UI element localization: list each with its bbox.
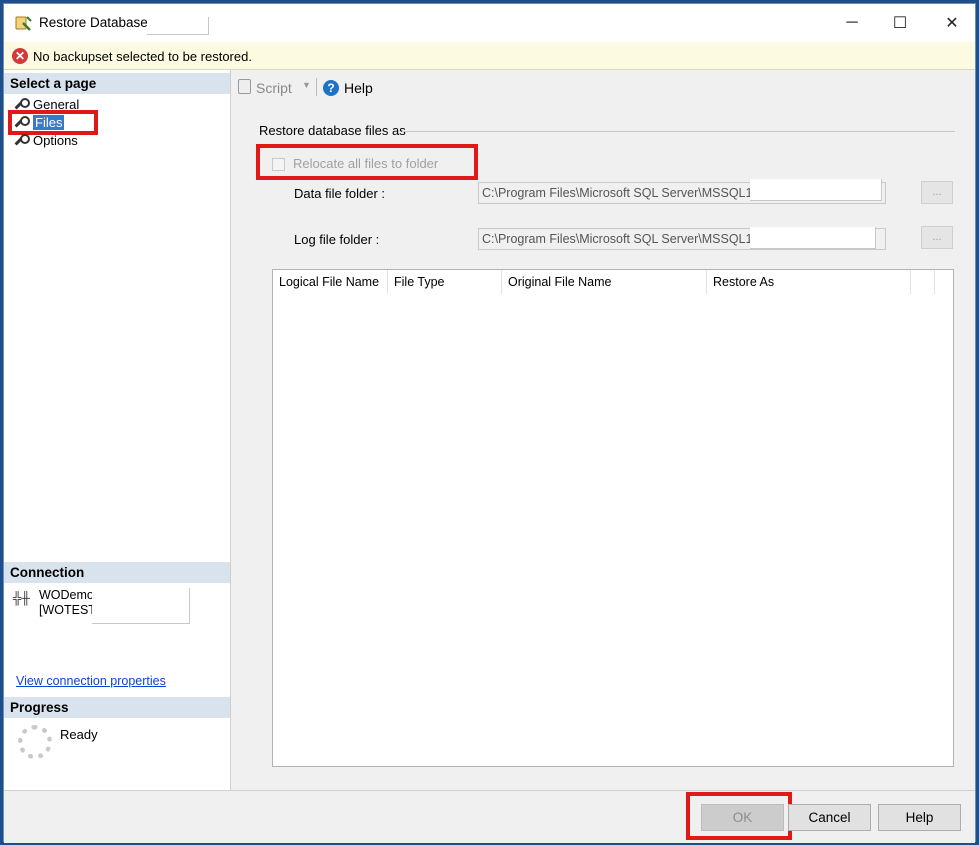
maximize-button[interactable]: ☐ bbox=[874, 4, 926, 42]
column-header-restore-as[interactable]: Restore As bbox=[707, 270, 911, 294]
help-toolbar-button[interactable]: Help bbox=[344, 80, 373, 96]
column-header-file-type[interactable]: File Type bbox=[388, 270, 502, 294]
title-bar: Restore Database ─ ☐ ✕ bbox=[4, 4, 975, 42]
progress-spinner-icon bbox=[18, 725, 52, 759]
error-message: No backupset selected to be restored. bbox=[33, 49, 252, 64]
connection-server: WODemo\ bbox=[39, 588, 98, 602]
script-button[interactable]: Script bbox=[256, 80, 292, 96]
wrench-icon bbox=[12, 133, 30, 148]
cancel-button[interactable]: Cancel bbox=[788, 804, 871, 831]
close-button[interactable]: ✕ bbox=[926, 4, 978, 42]
column-header-logical-file-name[interactable]: Logical File Name bbox=[273, 270, 388, 294]
redacted-title-suffix bbox=[147, 17, 209, 35]
log-file-folder-label: Log file folder : bbox=[294, 232, 380, 247]
log-folder-browse-button[interactable]: ... bbox=[921, 226, 953, 249]
connection-header: Connection bbox=[4, 562, 230, 583]
redacted-log-path bbox=[750, 227, 876, 249]
sidebar-item-options[interactable]: Options bbox=[12, 131, 78, 149]
server-connection-icon: ╬╫ bbox=[13, 591, 31, 605]
group-divider bbox=[402, 131, 955, 132]
error-icon: ✕ bbox=[12, 48, 28, 64]
restore-files-group-title: Restore database files as bbox=[259, 123, 406, 138]
redacted-connection-info bbox=[92, 588, 190, 624]
toolbar: Script ▼ ? Help bbox=[232, 70, 977, 100]
script-icon bbox=[238, 79, 251, 94]
toolbar-separator bbox=[316, 78, 317, 96]
page-selector-panel: Select a page General Files Options Conn… bbox=[4, 70, 231, 790]
chevron-down-icon[interactable]: ▼ bbox=[302, 80, 311, 90]
restore-database-window: Restore Database ─ ☐ ✕ ✕ No backupset se… bbox=[3, 3, 977, 843]
connection-user: [WOTEST bbox=[39, 603, 96, 617]
progress-status: Ready bbox=[60, 727, 98, 742]
redacted-data-path bbox=[750, 179, 882, 201]
column-header-blank[interactable] bbox=[911, 270, 935, 294]
window-title: Restore Database bbox=[39, 15, 148, 30]
column-header-original-file-name[interactable]: Original File Name bbox=[502, 270, 707, 294]
select-page-header: Select a page bbox=[4, 73, 230, 94]
sidebar-item-label: Options bbox=[33, 132, 78, 148]
ok-highlight-box bbox=[686, 792, 792, 840]
data-file-folder-label: Data file folder : bbox=[294, 186, 386, 201]
data-folder-browse-button[interactable]: ... bbox=[921, 181, 953, 204]
help-icon: ? bbox=[323, 80, 339, 96]
minimize-button[interactable]: ─ bbox=[826, 4, 878, 42]
progress-header: Progress bbox=[4, 697, 230, 718]
restore-files-table[interactable]: Logical File Name File Type Original Fil… bbox=[272, 269, 954, 767]
relocate-highlight-box bbox=[256, 144, 478, 180]
error-infobar: ✕ No backupset selected to be restored. bbox=[4, 42, 975, 70]
help-button[interactable]: Help bbox=[878, 804, 961, 831]
view-connection-properties-link[interactable]: View connection properties bbox=[16, 674, 166, 688]
database-restore-icon bbox=[15, 16, 32, 31]
